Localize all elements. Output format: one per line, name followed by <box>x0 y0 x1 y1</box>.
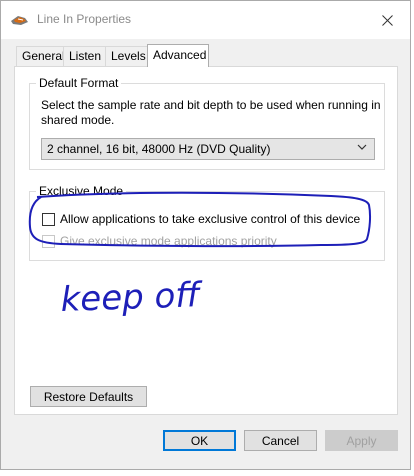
close-button[interactable] <box>364 1 410 39</box>
exclusive-mode-label: Exclusive Mode <box>36 184 127 198</box>
window-title: Line In Properties <box>37 12 132 26</box>
cancel-button[interactable]: Cancel <box>244 430 317 451</box>
allow-exclusive-label[interactable]: Allow applications to take exclusive con… <box>60 212 360 226</box>
default-format-dropdown[interactable]: 2 channel, 16 bit, 48000 Hz (DVD Quality… <box>41 138 375 160</box>
exclusive-priority-row: Give exclusive mode applications priorit… <box>42 234 277 248</box>
tab-listen[interactable]: Listen <box>63 46 106 66</box>
ok-button[interactable]: OK <box>163 430 236 451</box>
speaker-icon <box>11 16 28 25</box>
tab-advanced[interactable]: Advanced <box>147 44 209 67</box>
allow-exclusive-row[interactable]: Allow applications to take exclusive con… <box>42 212 360 226</box>
close-icon <box>381 14 393 26</box>
allow-exclusive-checkbox[interactable] <box>42 212 55 226</box>
default-format-label: Default Format <box>36 76 122 90</box>
default-format-description: Select the sample rate and bit depth to … <box>41 98 381 127</box>
exclusive-mode-group: Exclusive Mode <box>29 184 385 261</box>
exclusive-priority-checkbox <box>42 234 55 248</box>
tab-levels[interactable]: Levels <box>105 46 148 66</box>
chevron-down-icon <box>357 144 367 150</box>
exclusive-priority-label: Give exclusive mode applications priorit… <box>60 234 277 248</box>
default-format-value: 2 channel, 16 bit, 48000 Hz (DVD Quality… <box>47 142 271 156</box>
properties-dialog: Line In Properties General Listen Levels… <box>0 0 411 470</box>
apply-button[interactable]: Apply <box>325 430 398 451</box>
title-bar: Line In Properties <box>1 1 410 39</box>
tab-general[interactable]: General <box>16 46 65 66</box>
restore-defaults-button[interactable]: Restore Defaults <box>30 386 147 407</box>
